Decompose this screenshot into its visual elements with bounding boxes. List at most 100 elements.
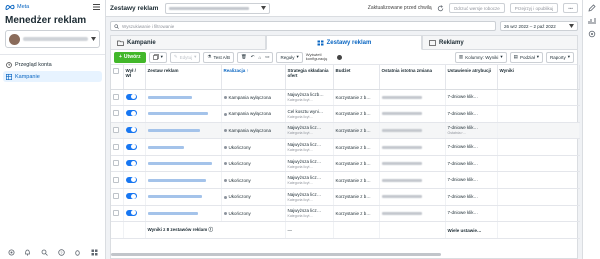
bug-icon[interactable] xyxy=(74,249,81,256)
tab-label: Kampanie xyxy=(127,39,156,46)
rules-button[interactable]: Reguły ▾ xyxy=(276,51,303,63)
row-checkbox[interactable] xyxy=(111,122,124,140)
summary-row: Wyniki z 8 zestawów reklam ⓘ — Wiele ustaw… xyxy=(111,221,580,239)
date-range-picker[interactable]: 26 wrz 2022 – 2 paź 2022 xyxy=(500,21,578,31)
pencil-icon[interactable] xyxy=(587,4,596,12)
more-options-button[interactable]: ••• xyxy=(563,3,578,13)
sidebar-item-overview[interactable]: Przegląd konta xyxy=(3,59,102,70)
bell-icon[interactable] xyxy=(24,249,31,256)
table-row[interactable]: Ukończony Najwyższa licz… Kategoria licyt…… xyxy=(111,155,580,173)
col-header-results[interactable]: Wyniki xyxy=(497,65,580,90)
col-header-budget[interactable]: Budżet xyxy=(333,65,380,90)
settings-icon[interactable] xyxy=(8,249,15,256)
table-row[interactable]: Ukończony Najwyższa licz… Kategoria licyt…… xyxy=(111,205,580,223)
comment-icon[interactable]: ▭ xyxy=(265,54,269,60)
plus-icon: + xyxy=(119,54,122,60)
col-header-bid[interactable]: Strategia składania ofert xyxy=(285,65,334,90)
attribution-cell: 7-dniowe klik… xyxy=(445,171,498,190)
columns-button[interactable]: ▥ Kolumny: Wyniki ▾ xyxy=(454,51,507,63)
duplicate-button[interactable]: ▾ xyxy=(148,51,167,63)
ad-set-name[interactable] xyxy=(145,89,222,107)
ad-set-name[interactable] xyxy=(145,171,222,190)
chevron-down-icon xyxy=(261,6,266,10)
row-toggle[interactable] xyxy=(123,188,146,206)
attribution-cell: 7-dniowe klik… xyxy=(445,89,498,107)
review-publish-button[interactable]: Przejrzyj i opublikuj xyxy=(509,3,559,13)
row-toggle[interactable] xyxy=(123,155,146,173)
row-checkbox[interactable] xyxy=(111,188,124,206)
ad-set-name[interactable] xyxy=(145,188,222,206)
delete-icon[interactable]: 🗑 xyxy=(241,54,247,60)
gear-icon[interactable] xyxy=(588,30,596,38)
row-checkbox[interactable] xyxy=(111,89,124,107)
col-header-delivery[interactable]: Realizacja ↑ xyxy=(221,65,286,90)
table-row[interactable]: Kampania wyłączona Najwyższa licz… Kategor… xyxy=(111,122,580,140)
select-all-checkbox[interactable] xyxy=(111,65,124,90)
row-checkbox[interactable] xyxy=(111,155,124,173)
row-checkbox[interactable] xyxy=(111,205,124,223)
breakdown-button[interactable]: ▤ Podział ▾ xyxy=(509,51,543,63)
table-row[interactable]: Kampania wyłączona Cel kosztu wyni… Katego… xyxy=(111,105,580,123)
bid-cell: Najwyższa licz… Kategoria licyt… xyxy=(285,122,334,140)
discard-drafts-button[interactable]: Odrzuć wersje robocze xyxy=(448,3,505,13)
hamburger-menu-icon[interactable] xyxy=(93,4,100,10)
info-icon[interactable]: ⓘ xyxy=(208,227,213,232)
ad-set-name[interactable] xyxy=(145,105,222,123)
col-header-onoff[interactable]: Wył / Wł xyxy=(123,65,146,90)
search-input[interactable]: Wyszukiwanie i filtrowanie xyxy=(110,21,496,31)
bid-strategy: Najwyższa liczb… xyxy=(287,92,324,98)
attribution-cell: 7-dniowe klik… xyxy=(445,188,498,206)
meta-logo: Meta xyxy=(5,4,29,10)
account-selector[interactable] xyxy=(5,30,100,48)
edit-button[interactable]: ✎ Edytuj ▾ xyxy=(169,51,201,63)
row-toggle[interactable] xyxy=(123,171,146,190)
row-toggle[interactable] xyxy=(123,122,146,140)
ad-set-name[interactable] xyxy=(145,122,222,140)
row-checkbox[interactable] xyxy=(111,138,124,156)
tab-ad-sets[interactable]: Zestawy reklam xyxy=(266,35,422,50)
ad-set-name[interactable] xyxy=(145,205,222,223)
refresh-icon[interactable] xyxy=(437,4,444,12)
col-header-attribution[interactable]: Ustawienie atrybucji xyxy=(445,65,498,90)
tag-icon[interactable]: ⌂ xyxy=(258,55,261,60)
delivery-cell: Ukończony xyxy=(221,138,286,156)
delivery-status: Ukończony xyxy=(228,177,251,183)
grid-icon[interactable] xyxy=(91,249,98,256)
col-header-name[interactable]: Zestaw reklam xyxy=(145,65,222,90)
help-icon[interactable]: ? xyxy=(58,249,65,256)
sidebar-item-campaigns[interactable]: Kampanie xyxy=(3,71,102,82)
reports-button[interactable]: Raporty ▾ xyxy=(545,51,574,63)
bid-cell: Cel kosztu wyni… Kategoria licyt… xyxy=(285,105,334,123)
review-config-label: Wyświetl konfigurację xyxy=(305,51,328,61)
table-row[interactable]: Ukończony Najwyższa licz… Kategoria licyt…… xyxy=(111,171,580,190)
tab-ads[interactable]: Reklamy xyxy=(422,35,578,50)
brand-name: Meta xyxy=(17,4,30,10)
ad-set-name[interactable] xyxy=(145,138,222,156)
delivery-cell: Ukończony xyxy=(221,188,286,206)
row-toggle[interactable] xyxy=(123,138,146,156)
row-toggle[interactable] xyxy=(123,205,146,223)
status-dot xyxy=(223,112,227,116)
undo-icon[interactable]: ↶ xyxy=(251,54,255,60)
row-checkbox[interactable] xyxy=(111,105,124,123)
row-checkbox[interactable] xyxy=(111,171,124,190)
search-icon[interactable] xyxy=(41,249,48,256)
ab-test-button[interactable]: ⚗ Test A/B xyxy=(203,51,234,63)
ad-set-name[interactable] xyxy=(145,155,222,173)
col-header-last-change[interactable]: Ostatnia istotna zmiana xyxy=(379,65,446,90)
row-toggle[interactable] xyxy=(123,105,146,123)
table-header-row: Wył / Wł Zestaw reklam Realizacja ↑ Stra… xyxy=(111,65,580,90)
table-row[interactable]: Ukończony Najwyższa licz… Kategoria licyt…… xyxy=(111,138,580,156)
table-row[interactable]: Ukończony Najwyższa licz… Kategoria licyt…… xyxy=(111,188,580,206)
create-button[interactable]: + Utwórz xyxy=(114,51,146,63)
table-icon xyxy=(6,73,12,80)
toggle-indicator[interactable] xyxy=(336,54,342,60)
chart-icon[interactable] xyxy=(588,17,596,25)
delivery-status: Ukończony xyxy=(228,161,251,167)
table-row[interactable]: Kampania wyłączona Najwyższa liczb… Katego… xyxy=(111,89,580,107)
results-cell xyxy=(497,89,580,107)
horizontal-scrollbar[interactable] xyxy=(111,253,441,256)
ad-account-dropdown[interactable] xyxy=(165,2,270,14)
tab-campaigns[interactable]: Kampanie xyxy=(110,35,266,50)
row-toggle[interactable] xyxy=(123,89,146,107)
